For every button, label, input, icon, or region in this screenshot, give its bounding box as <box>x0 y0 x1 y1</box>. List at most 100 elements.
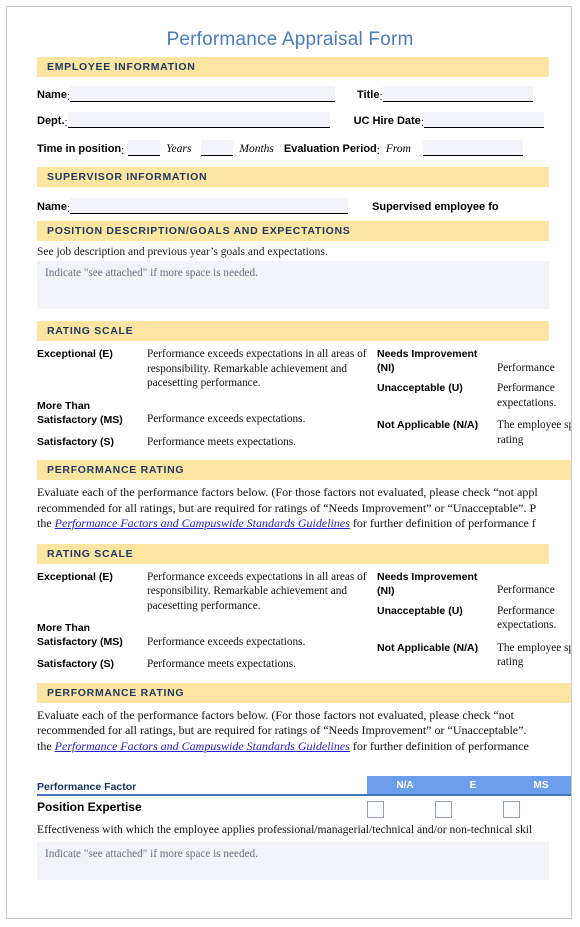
months-input[interactable] <box>201 140 234 156</box>
title-input[interactable] <box>382 86 533 102</box>
rating-item-exceptional-2: Exceptional (E) Performance exceeds expe… <box>37 570 377 614</box>
rating-item-not-applicable-1: Not Applicable (N/A) The employee specif… <box>377 410 571 447</box>
section-header-rating-scale-2: RATING SCALE <box>37 543 549 564</box>
rating-description: Performance meets expectations. <box>147 658 296 670</box>
rating-scale-left-column-1: Exceptional (E) Performance exceeds expe… <box>37 347 377 449</box>
rating-term: Not Applicable (N/A) <box>377 419 479 431</box>
table-row: Position Expertise <box>37 796 571 822</box>
factor-comment-textarea[interactable]: Indicate "see attached" if more space is… <box>37 842 549 880</box>
rating-term: Exceptional (E) <box>37 348 113 360</box>
rating-description: Performance expectations. <box>497 604 557 632</box>
checkbox-ms[interactable] <box>503 801 520 818</box>
rating-item-unacceptable-2: Unacceptable (U) Performance expectation… <box>377 598 571 633</box>
factor-description: Effectiveness with which the employee ap… <box>37 823 533 836</box>
paragraph-suffix: for further definition of performance <box>349 738 529 753</box>
rating-item-needs-improvement-2: Needs Improvement (NI) Performance <box>377 570 571 598</box>
rating-term: More Than Satisfactory (MS) <box>37 622 123 648</box>
performance-factors-guidelines-link[interactable]: Performance Factors and Campuswide Stand… <box>55 516 350 530</box>
column-header-performance-factor: Performance Factor <box>37 781 137 793</box>
paragraph-line: the Performance Factors and Campuswide S… <box>37 516 571 532</box>
rating-columns-header: N/A E MS <box>367 776 571 796</box>
rating-item-more-than-satisfactory-1: More Than Satisfactory (MS) Performance … <box>37 391 377 427</box>
rating-scale-right-column-2: Needs Improvement (NI) Performance Unacc… <box>377 570 571 670</box>
evaluation-from-label: From <box>385 143 411 155</box>
supervised-employee-for-label: Supervised employee fo <box>372 201 499 213</box>
rating-term: Unacceptable (U) <box>377 604 463 617</box>
years-input[interactable] <box>128 140 161 156</box>
paragraph-prefix: the <box>37 516 55 530</box>
years-unit-label: Years <box>166 143 192 155</box>
document-page: Performance Appraisal Form EMPLOYEE INFO… <box>6 6 572 919</box>
rating-item-not-applicable-2: Not Applicable (N/A) The employee specif… <box>377 633 571 670</box>
rating-description: The employee specific rating <box>497 419 571 446</box>
rating-scale-right-column-1: Needs Improvement (NI) Performance Unacc… <box>377 347 571 447</box>
rating-item-needs-improvement-1: Needs Improvement (NI) Performance <box>377 347 571 375</box>
section-header-rating-scale-1: RATING SCALE <box>37 321 549 341</box>
rating-item-more-than-satisfactory-2: More Than Satisfactory (MS) Performance … <box>37 613 377 649</box>
colon-5: : <box>121 145 125 157</box>
dept-label: Dept. <box>37 115 65 127</box>
performance-factor-table: N/A E MS Performance Factor Position Exp… <box>37 776 571 880</box>
field-row-time-in-position: Time in position : Years Months Evaluati… <box>37 129 571 157</box>
page-title: Performance Appraisal Form <box>166 29 414 50</box>
performance-rating-paragraph-2: Evaluate each of the performance factors… <box>37 703 571 755</box>
rating-term: More Than Satisfactory (MS) <box>37 399 123 426</box>
rating-term: Satisfactory (S) <box>37 435 115 448</box>
paragraph-line: Evaluate each of the performance factors… <box>37 485 538 499</box>
section-header-performance-rating-2: PERFORMANCE RATING <box>37 682 571 703</box>
rating-description: Performance exceeds expectations. <box>147 413 306 425</box>
rating-description: Performance meets expectations. <box>147 435 296 448</box>
table-header-row: N/A E MS Performance Factor <box>37 776 571 796</box>
rating-term: Needs Improvement (NI) <box>377 348 478 374</box>
rating-description: Performance expectations. <box>497 382 557 409</box>
rating-description: Performance exceeds expectations in all … <box>147 348 367 389</box>
paragraph-suffix: for further definition of performance f <box>349 516 536 530</box>
checkbox-e[interactable] <box>435 801 452 818</box>
rating-term: Unacceptable (U) <box>377 382 463 394</box>
section-header-position-description: POSITION DESCRIPTION/GOALS AND EXPECTATI… <box>37 221 549 241</box>
evaluation-from-input[interactable] <box>422 140 523 156</box>
paragraph-line: recommended for all ratings, but are req… <box>37 723 527 737</box>
time-in-position-label: Time in position <box>37 143 122 155</box>
factor-name: Position Expertise <box>37 800 142 814</box>
rating-description: The employee specific rating <box>497 641 571 669</box>
position-description-placeholder: Indicate "see attached" if more space is… <box>45 267 258 279</box>
paragraph-line: the Performance Factors and Campuswide S… <box>37 738 571 755</box>
column-header-na: N/A <box>396 780 414 791</box>
name-input[interactable] <box>70 86 336 102</box>
months-unit-label: Months <box>239 143 274 155</box>
rating-item-unacceptable-1: Unacceptable (U) Performance expectation… <box>377 375 571 410</box>
paragraph-line: recommended for all ratings, but are req… <box>37 500 537 515</box>
section-header-supervisor-information: SUPERVISOR INFORMATION <box>37 167 549 187</box>
paragraph-prefix: the <box>37 738 55 753</box>
supervisor-name-input[interactable] <box>70 198 349 214</box>
rating-item-satisfactory-1: Satisfactory (S) Performance meets expec… <box>37 427 377 450</box>
section-header-employee-information: EMPLOYEE INFORMATION <box>37 57 549 77</box>
rating-term: Satisfactory (S) <box>37 658 115 670</box>
rating-item-satisfactory-2: Satisfactory (S) Performance meets expec… <box>37 649 377 672</box>
rating-description: Performance exceeds expectations. <box>147 635 306 648</box>
performance-factors-guidelines-link[interactable]: Performance Factors and Campuswide Stand… <box>55 739 350 753</box>
column-header-ms: MS <box>533 780 549 791</box>
evaluation-period-label: Evaluation Period <box>283 143 377 155</box>
field-row-name-title: Name : Title : <box>37 77 571 103</box>
performance-rating-paragraph-1: Evaluate each of the performance factors… <box>37 480 571 532</box>
rating-description: Performance exceeds expectations in all … <box>147 570 367 612</box>
uc-hire-date-input[interactable] <box>423 112 544 128</box>
dept-input[interactable] <box>67 112 330 128</box>
rating-description: Performance <box>497 584 555 596</box>
rating-description: Performance <box>497 361 555 374</box>
title-label: Title <box>357 89 380 101</box>
paragraph-line: Evaluate each of the performance factors… <box>37 707 515 722</box>
rating-scale-block-2: Exceptional (E) Performance exceeds expe… <box>37 564 571 683</box>
supervisor-name-label: Name <box>37 201 67 213</box>
field-row-supervisor-name: Name : Supervised employee fo <box>37 187 571 215</box>
position-description-textarea[interactable]: Indicate "see attached" if more space is… <box>37 261 549 309</box>
position-description-instruction: See job description and previous year’s … <box>37 246 328 258</box>
field-row-dept-hiredate: Dept. : UC Hire Date : <box>37 103 571 129</box>
rating-term: Needs Improvement (NI) <box>377 570 478 597</box>
rating-scale-left-column-2: Exceptional (E) Performance exceeds expe… <box>37 570 377 672</box>
uc-hire-date-label: UC Hire Date <box>353 115 421 127</box>
rating-term: Exceptional (E) <box>37 570 113 583</box>
checkbox-na[interactable] <box>367 801 384 818</box>
